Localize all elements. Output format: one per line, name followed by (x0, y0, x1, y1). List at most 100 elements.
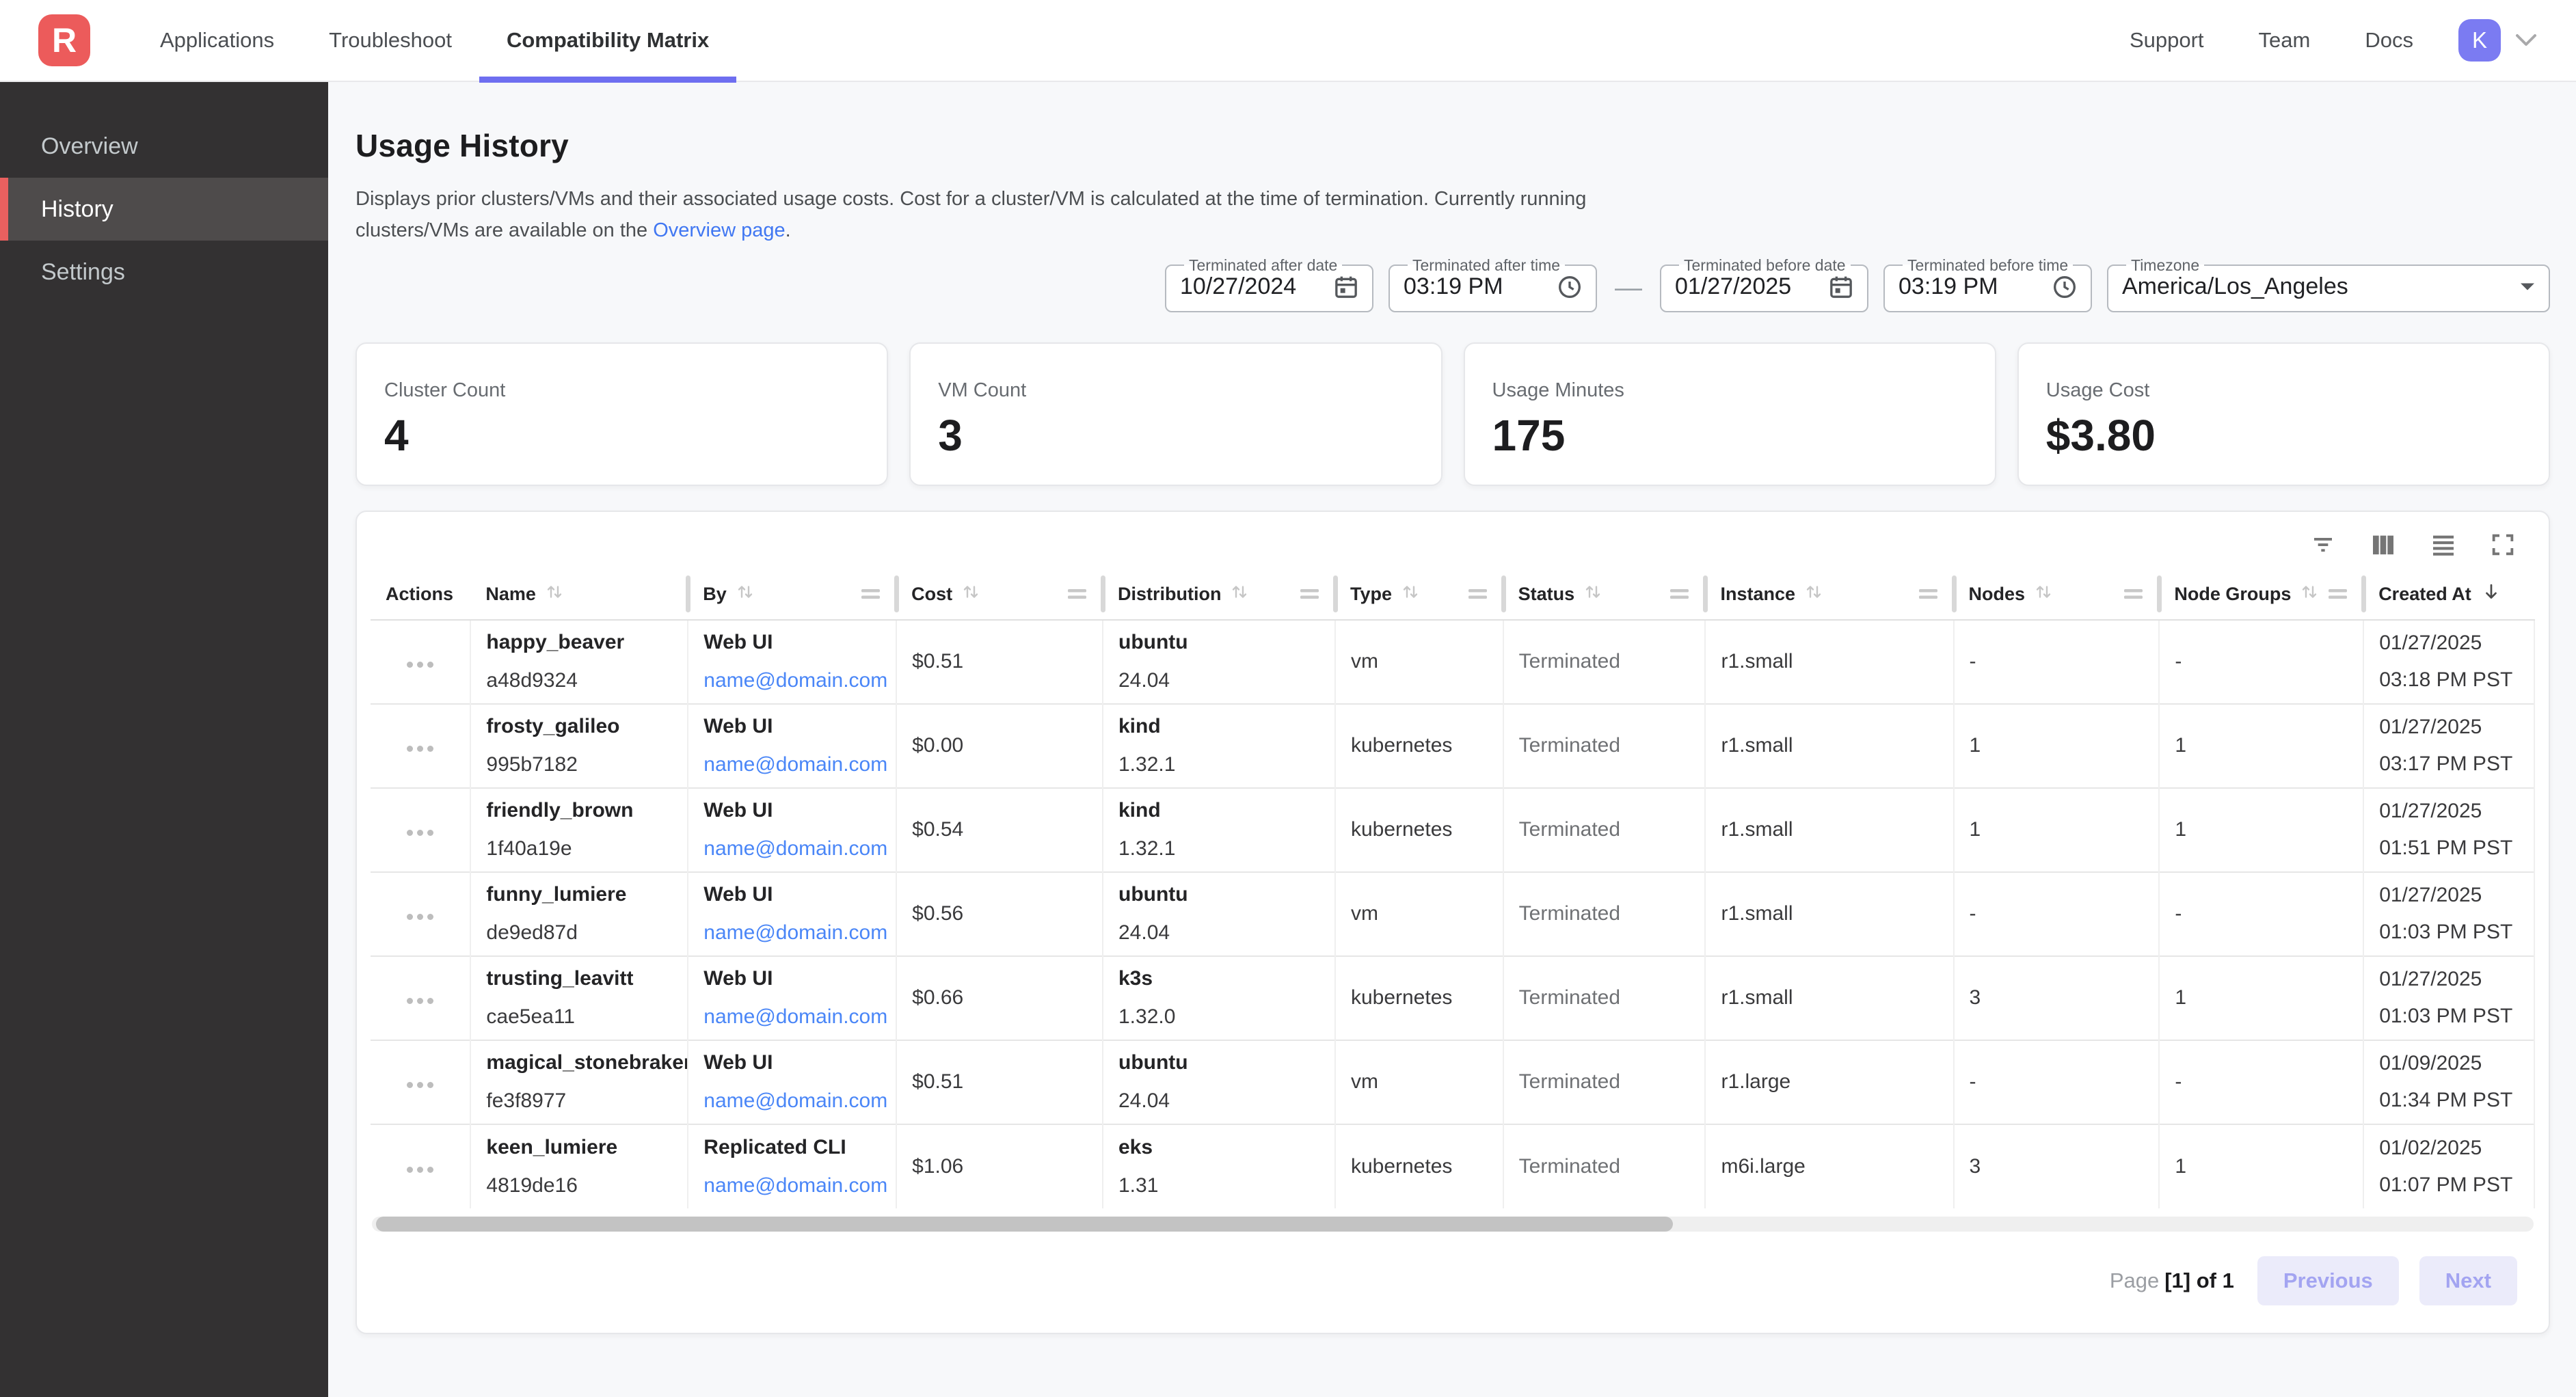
terminated-before-time-label: Terminated before time (1903, 258, 2073, 273)
email-link[interactable]: name@domain.com (703, 1005, 887, 1028)
cluster-name: funny_lumiere (486, 883, 687, 906)
density-icon[interactable] (2428, 531, 2458, 558)
email-link[interactable]: name@domain.com (703, 753, 887, 776)
terminated-before-time-input[interactable]: Terminated before time 03:19 PM (1883, 258, 2092, 312)
column-header-cost[interactable]: Cost (896, 569, 1103, 620)
column-menu-icon[interactable] (1919, 588, 1937, 601)
column-menu-icon[interactable] (1300, 588, 1319, 601)
row-actions-button[interactable] (407, 1167, 433, 1173)
column-header-nodes[interactable]: Nodes (1954, 569, 2160, 620)
terminated-after-time-input[interactable]: Terminated after time 03:19 PM (1388, 258, 1597, 312)
by-source: Web UI (703, 1051, 896, 1074)
column-header-node-groups[interactable]: Node Groups (2159, 569, 2363, 620)
clock-icon[interactable] (1556, 273, 1583, 301)
column-menu-icon[interactable] (2329, 588, 2347, 601)
email-link[interactable]: name@domain.com (703, 1089, 887, 1112)
horizontal-scrollbar-thumb[interactable] (376, 1217, 1673, 1232)
filter-icon[interactable] (2308, 531, 2338, 558)
columns-icon[interactable] (2368, 531, 2398, 558)
sort-desc-icon[interactable] (2480, 580, 2503, 608)
usage-history-page: R ApplicationsTroubleshootCompatibility … (0, 0, 2576, 1397)
column-menu-icon[interactable] (1068, 588, 1086, 601)
column-header-by[interactable]: By (688, 569, 896, 620)
created-time: 03:18 PM PST (2379, 668, 2534, 692)
email-link[interactable]: name@domain.com (703, 669, 887, 692)
table-header-row: ActionsNameByCostDistributionTypeStatusI… (371, 569, 2534, 620)
terminated-after-date-input[interactable]: Terminated after date 10/27/2024 (1165, 258, 1373, 312)
cluster-name: keen_lumiere (486, 1136, 687, 1159)
email-link[interactable]: name@domain.com (703, 1174, 887, 1197)
nav-item-compatibility-matrix[interactable]: Compatibility Matrix (479, 0, 736, 81)
column-menu-icon[interactable] (861, 588, 880, 601)
sort-both-icon[interactable] (1400, 582, 1421, 607)
instance-value: r1.small (1721, 902, 1793, 925)
email-link[interactable]: name@domain.com (703, 921, 887, 944)
column-header-status[interactable]: Status (1503, 569, 1706, 620)
stat-label: Usage Minutes (1492, 379, 1968, 402)
row-actions-button[interactable] (407, 1082, 433, 1088)
column-menu-icon[interactable] (1670, 588, 1689, 601)
sort-both-icon[interactable] (1803, 582, 1824, 607)
sidebar-item-settings[interactable]: Settings (0, 241, 328, 303)
replicated-logo[interactable]: R (38, 14, 90, 66)
by-email: name@domain.com (703, 753, 896, 776)
sidebar-item-history[interactable]: History (0, 178, 328, 241)
sort-both-icon[interactable] (2033, 582, 2054, 607)
fullscreen-icon[interactable] (2488, 531, 2517, 558)
column-header-label: Nodes (1969, 584, 2026, 605)
nodes-value: 1 (1970, 734, 1981, 757)
nav-item-docs[interactable]: Docs (2337, 0, 2441, 81)
calendar-icon[interactable] (1827, 273, 1855, 301)
row-actions-button[interactable] (407, 830, 433, 836)
sort-both-icon[interactable] (1229, 582, 1250, 607)
nav-item-support[interactable]: Support (2102, 0, 2231, 81)
status-badge: Terminated (1519, 650, 1620, 673)
column-menu-icon[interactable] (2124, 588, 2143, 601)
row-actions-button[interactable] (407, 998, 433, 1004)
sort-both-icon[interactable] (544, 582, 565, 607)
column-header-content: Created At (2378, 580, 2534, 608)
horizontal-scrollbar-track[interactable] (372, 1217, 2534, 1232)
user-avatar[interactable]: K (2458, 19, 2501, 62)
caret-down-icon[interactable] (2519, 282, 2536, 293)
clock-icon[interactable] (2051, 273, 2078, 301)
avatar-chevron-down-icon[interactable] (2514, 33, 2538, 48)
sort-both-icon[interactable] (735, 582, 755, 607)
timezone-select[interactable]: Timezone America/Los_Angeles (2107, 258, 2550, 312)
usage-table-card: ActionsNameByCostDistributionTypeStatusI… (355, 511, 2550, 1334)
nodes-value: - (1970, 1070, 1976, 1093)
column-header-created-at[interactable]: Created At (2363, 569, 2534, 620)
nav-item-troubleshoot[interactable]: Troubleshoot (301, 0, 479, 81)
column-header-type[interactable]: Type (1335, 569, 1503, 620)
row-actions-button[interactable] (407, 914, 433, 920)
sort-both-icon[interactable] (2299, 582, 2320, 607)
created-at-cell: 01/27/202501:03 PM PST (2363, 956, 2534, 1040)
column-header-distribution[interactable]: Distribution (1103, 569, 1335, 620)
overview-page-link[interactable]: Overview page (653, 219, 785, 241)
sort-both-icon[interactable] (1583, 582, 1603, 607)
usage-history-table: ActionsNameByCostDistributionTypeStatusI… (371, 569, 2535, 1208)
nav-item-applications[interactable]: Applications (133, 0, 301, 81)
column-header-instance[interactable]: Instance (1705, 569, 1953, 620)
sort-both-icon[interactable] (961, 582, 981, 607)
row-actions-button[interactable] (407, 746, 433, 752)
column-menu-icon[interactable] (1468, 588, 1487, 601)
description-period: . (786, 219, 791, 241)
column-header-name[interactable]: Name (470, 569, 688, 620)
sidebar-item-overview[interactable]: Overview (0, 115, 328, 178)
cluster-id: 4819de16 (486, 1174, 687, 1197)
node-groups-value: 1 (2175, 986, 2186, 1009)
row-actions-button[interactable] (407, 662, 433, 668)
instance-value: r1.small (1721, 986, 1793, 1009)
next-page-button[interactable]: Next (2419, 1256, 2517, 1305)
created-at-cell: 01/27/202503:17 PM PST (2363, 704, 2534, 788)
previous-page-button[interactable]: Previous (2257, 1256, 2399, 1305)
top-navbar: R ApplicationsTroubleshootCompatibility … (0, 0, 2576, 82)
terminated-before-date-input[interactable]: Terminated before date 01/27/2025 (1660, 258, 1868, 312)
distribution-cell: ubuntu24.04 (1103, 872, 1335, 956)
email-link[interactable]: name@domain.com (703, 837, 887, 860)
calendar-icon[interactable] (1332, 273, 1360, 301)
nav-item-team[interactable]: Team (2231, 0, 2338, 81)
nodes-value: - (1970, 650, 1976, 673)
cluster-id: a48d9324 (486, 669, 687, 692)
